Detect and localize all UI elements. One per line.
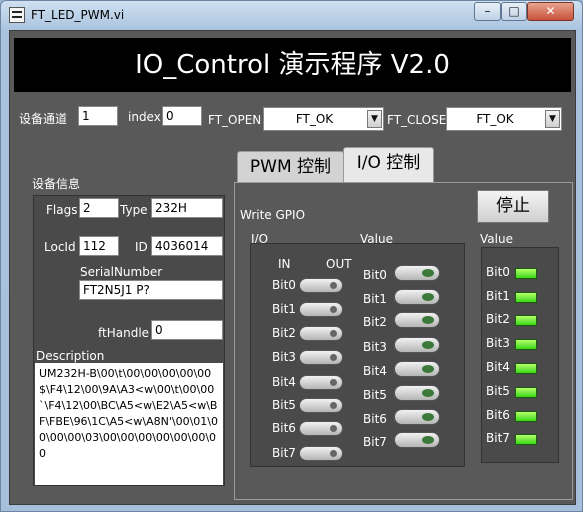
led-bit-label-2: Bit2 <box>486 312 510 326</box>
flags-field: 2 <box>79 198 119 218</box>
io-direction-switch-bit4[interactable] <box>299 375 343 390</box>
led-bit-label-5: Bit5 <box>486 384 510 398</box>
gpio-led-bit6 <box>515 411 537 422</box>
ft-close-value: FT_OK <box>476 112 514 126</box>
value-bit-label-2: Bit2 <box>363 315 387 329</box>
io-direction-switch-bit7[interactable] <box>299 446 343 461</box>
chevron-down-icon[interactable]: ▼ <box>367 110 382 128</box>
gpio-led-bit0 <box>515 268 537 279</box>
io-bit-label-1: Bit1 <box>272 302 296 316</box>
value-bit-label-0: Bit0 <box>363 268 387 282</box>
device-info-label: 设备信息 <box>32 177 81 191</box>
fthandle-field: 0 <box>151 320 223 340</box>
page-title: IO_Control 演示程序 V2.0 <box>14 38 571 92</box>
io-bit-label-0: Bit0 <box>272 278 296 292</box>
ft-open-label: FT_OPEN <box>208 113 262 127</box>
locid-label: LocId <box>44 240 76 254</box>
gpio-value-toggle-bit2[interactable] <box>394 312 440 328</box>
gpio-value-toggle-bit1[interactable] <box>394 289 440 305</box>
minimize-button[interactable]: – <box>474 2 501 21</box>
io-bit-label-2: Bit2 <box>272 326 296 340</box>
maximize-button[interactable]: □ <box>501 2 527 21</box>
channel-input[interactable]: 1 <box>78 106 118 126</box>
stop-button[interactable]: 停止 <box>477 190 549 223</box>
value-bit-label-7: Bit7 <box>363 435 387 449</box>
value-bit-label-5: Bit5 <box>363 388 387 402</box>
serial-number-label: SerialNumber <box>80 265 163 279</box>
value-bit-label-3: Bit3 <box>363 340 387 354</box>
vi-front-panel: IO_Control 演示程序 V2.0 设备通道 1 index 0 FT_O… <box>9 30 576 505</box>
type-field: 232H <box>151 198 223 218</box>
gpio-value-toggle-bit5[interactable] <box>394 385 440 401</box>
io-bit-label-7: Bit7 <box>272 446 296 460</box>
gpio-led-bit7 <box>515 434 537 445</box>
io-bit-label-3: Bit3 <box>272 350 296 364</box>
read-value-label: Value <box>480 232 513 246</box>
gpio-value-toggle-bit3[interactable] <box>394 337 440 353</box>
io-direction-switch-bit1[interactable] <box>299 302 343 317</box>
led-bit-label-3: Bit3 <box>486 336 510 350</box>
led-bit-label-1: Bit1 <box>486 289 510 303</box>
ft-open-select[interactable]: FT_OK ▼ <box>263 107 384 131</box>
locid-field: 112 <box>79 236 119 256</box>
gpio-led-bit3 <box>515 339 537 350</box>
index-input[interactable]: 0 <box>162 106 202 126</box>
led-bit-label-4: Bit4 <box>486 360 510 374</box>
led-bit-label-0: Bit0 <box>486 265 510 279</box>
id-label: ID <box>135 240 148 254</box>
description-label: Description <box>36 349 105 363</box>
ft-close-label: FT_CLOSE <box>387 113 447 127</box>
led-bit-label-6: Bit6 <box>486 408 510 422</box>
index-label: index <box>128 110 161 124</box>
gpio-value-toggle-bit4[interactable] <box>394 361 440 377</box>
gpio-led-bit1 <box>515 292 537 303</box>
io-direction-switch-bit2[interactable] <box>299 326 343 341</box>
io-bit-label-4: Bit4 <box>272 375 296 389</box>
gpio-led-bit2 <box>515 315 537 326</box>
tab-io-control[interactable]: I/O 控制 <box>343 147 434 183</box>
io-direction-switch-bit3[interactable] <box>299 350 343 365</box>
flags-label: Flags <box>46 203 78 217</box>
gpio-value-toggle-bit6[interactable] <box>394 409 440 425</box>
close-button[interactable]: ✕ <box>527 2 574 21</box>
window-title: FT_LED_PWM.vi <box>31 8 125 22</box>
value-bit-label-4: Bit4 <box>363 364 387 378</box>
io-bit-label-5: Bit5 <box>272 398 296 412</box>
title-bar[interactable]: FT_LED_PWM.vi – □ ✕ <box>1 1 582 29</box>
gpio-value-toggle-bit7[interactable] <box>394 432 440 448</box>
fthandle-label: ftHandle <box>98 326 150 340</box>
ft-open-value: FT_OK <box>295 112 334 126</box>
type-label: Type <box>120 203 148 217</box>
application-window: FT_LED_PWM.vi – □ ✕ IO_Control 演示程序 V2.0… <box>0 0 583 512</box>
channel-label: 设备通道 <box>19 112 68 126</box>
gpio-value-toggle-bit0[interactable] <box>394 265 440 281</box>
gpio-led-bit4 <box>515 363 537 374</box>
chevron-down-icon[interactable]: ▼ <box>545 110 560 128</box>
labview-vi-icon <box>9 7 25 23</box>
in-label: IN <box>278 257 291 271</box>
id-field: 4036014 <box>151 236 223 256</box>
gpio-led-bit5 <box>515 387 537 398</box>
io-direction-switch-bit0[interactable] <box>299 278 343 293</box>
serial-number-field: FT2N5J1 P? <box>79 280 223 300</box>
io-direction-switch-bit6[interactable] <box>299 421 343 436</box>
io-direction-switch-bit5[interactable] <box>299 398 343 413</box>
value-bit-label-1: Bit1 <box>363 292 387 306</box>
ft-close-select[interactable]: FT_OK ▼ <box>446 107 562 131</box>
out-label: OUT <box>326 257 352 271</box>
io-bit-label-6: Bit6 <box>272 421 296 435</box>
value-bit-label-6: Bit6 <box>363 412 387 426</box>
description-field: UM232H-B\00\t\00\00\00\00\00$\F4\12\00\9… <box>35 363 223 485</box>
tab-pwm-control[interactable]: PWM 控制 <box>237 151 344 182</box>
write-gpio-label: Write GPIO <box>240 208 306 222</box>
led-bit-label-7: Bit7 <box>486 431 510 445</box>
